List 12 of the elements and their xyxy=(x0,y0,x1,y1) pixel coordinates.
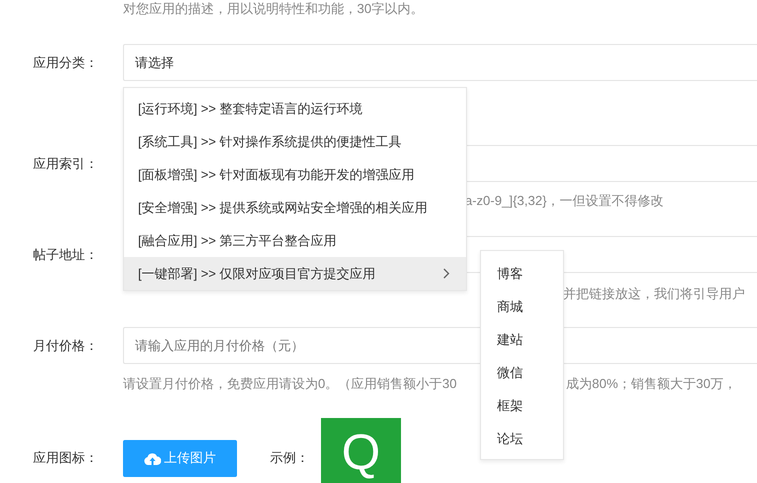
field-label: 月付价格： xyxy=(32,336,98,354)
help-text: 对您应用的描述，用以说明特性和功能，30字以内。 xyxy=(122,0,424,18)
help-text: 请设置月付价格，免费应用请设为0。（应用销售额小于30 xyxy=(123,375,457,393)
field-label: 帖子地址： xyxy=(32,246,98,264)
help-text: 成为80%；销售额大于30万， xyxy=(566,375,736,393)
example-icon: Q xyxy=(321,418,401,483)
field-label: 应用分类： xyxy=(32,54,98,72)
help-text: a-z0-9_]{3,32}，一但设置不得修改 xyxy=(465,192,664,210)
field-label: 应用索引： xyxy=(32,154,98,172)
example-label: 示例： xyxy=(270,449,309,467)
field-label: 应用图标： xyxy=(32,449,98,467)
help-text: 并把链接放这，我们将引导用户 xyxy=(563,285,745,303)
